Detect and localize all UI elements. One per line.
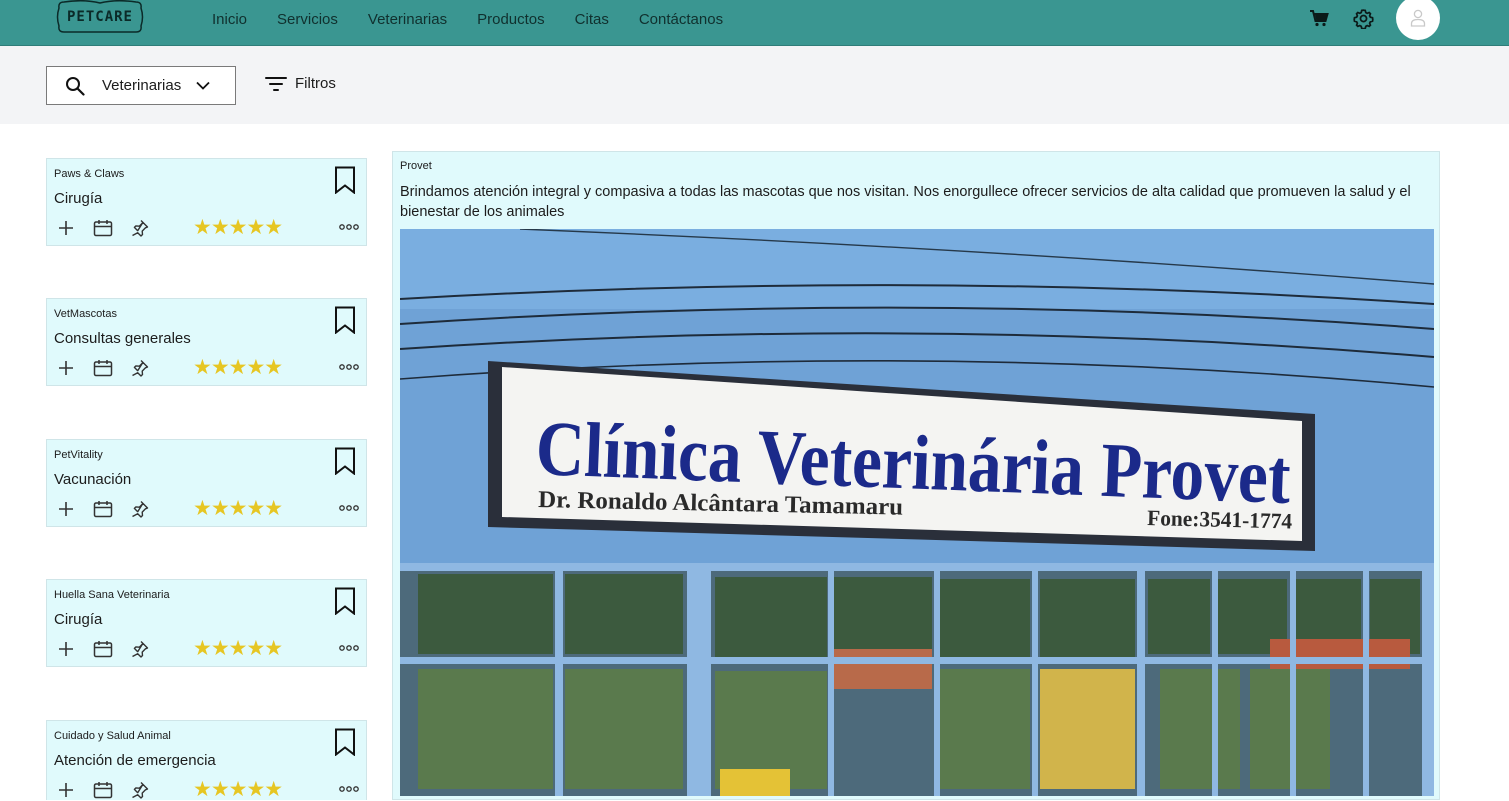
more-options-icon[interactable] (338, 359, 360, 375)
pin-icon[interactable] (129, 499, 151, 519)
bookmark-icon[interactable] (334, 447, 356, 476)
search-icon (65, 76, 85, 96)
clinic-card[interactable]: PetVitality Vacunación ★★★★★ (46, 439, 367, 527)
filters-label: Filtros (295, 75, 336, 92)
add-icon[interactable] (55, 218, 77, 238)
more-options-icon[interactable] (338, 500, 360, 516)
card-actions (55, 499, 166, 519)
category-dropdown[interactable]: Veterinarias (46, 66, 236, 105)
calendar-icon[interactable] (92, 218, 114, 238)
add-icon[interactable] (55, 499, 77, 519)
add-icon[interactable] (55, 639, 77, 659)
dropdown-selected-value: Veterinarias (102, 77, 182, 94)
clinic-service: Cirugía (54, 611, 103, 628)
clinic-name: PetVitality (54, 449, 103, 461)
card-actions (55, 358, 166, 378)
clinic-name: Paws & Claws (54, 168, 125, 180)
clinic-card[interactable]: VetMascotas Consultas generales ★★★★★ (46, 298, 367, 386)
card-actions (55, 780, 166, 800)
nav-link-veterinarias[interactable]: Veterinarias (353, 11, 462, 28)
nav-link-productos[interactable]: Productos (462, 11, 560, 28)
chevron-down-icon (196, 81, 210, 90)
bookmark-icon[interactable] (334, 306, 356, 335)
detail-description: Brindamos atención integral y compasiva … (400, 184, 1411, 220)
clinic-name: Huella Sana Veterinaria (54, 589, 170, 601)
nav-link-inicio[interactable]: Inicio (197, 11, 262, 28)
clinic-storefront-image: Clínica Veterinária Provet Dr. Ronaldo A… (400, 229, 1434, 796)
clinic-service: Consultas generales (54, 330, 191, 347)
calendar-icon[interactable] (92, 358, 114, 378)
nav-link-servicios[interactable]: Servicios (262, 11, 353, 28)
sign-phone: Fone:3541-1774 (1147, 505, 1293, 534)
clinic-service: Cirugía (54, 190, 103, 207)
clinic-card[interactable]: Paws & Claws Cirugía ★★★★★ (46, 158, 367, 246)
filters-button[interactable]: Filtros (265, 75, 336, 92)
clinic-name: VetMascotas (54, 308, 117, 320)
clinic-card[interactable]: Cuidado y Salud Animal Atención de emerg… (46, 720, 367, 801)
petcare-logo[interactable]: PETCARE (56, 0, 144, 36)
rating-stars: ★★★★★ (193, 356, 283, 379)
bookmark-icon[interactable] (334, 587, 356, 616)
nav-links: Inicio Servicios Veterinarias Productos … (197, 0, 738, 38)
rating-stars: ★★★★★ (193, 216, 283, 239)
more-options-icon[interactable] (338, 781, 360, 797)
clinic-name: Cuidado y Salud Animal (54, 730, 171, 742)
nav-actions (1308, 0, 1440, 42)
search-strip: Veterinarias Filtros (0, 46, 1509, 124)
filter-icon (265, 76, 287, 92)
pin-icon[interactable] (129, 780, 151, 800)
more-options-icon[interactable] (338, 219, 360, 235)
rating-stars: ★★★★★ (193, 497, 283, 520)
add-icon[interactable] (55, 358, 77, 378)
clinic-service: Vacunación (54, 471, 132, 488)
clinic-detail-panel: Provet Brindamos atención integral y com… (392, 151, 1440, 800)
rating-stars: ★★★★★ (193, 778, 283, 801)
pin-icon[interactable] (129, 218, 151, 238)
bookmark-icon[interactable] (334, 728, 356, 757)
nav-link-citas[interactable]: Citas (560, 11, 624, 28)
logo-text: PETCARE (66, 9, 133, 25)
nav-link-contactanos[interactable]: Contáctanos (624, 11, 738, 28)
pin-icon[interactable] (129, 639, 151, 659)
clinic-service: Atención de emergencia (54, 752, 216, 769)
bookmark-icon[interactable] (334, 166, 356, 195)
cart-icon[interactable] (1308, 7, 1330, 29)
navbar: PETCARE Inicio Servicios Veterinarias Pr… (0, 0, 1509, 46)
calendar-icon[interactable] (92, 780, 114, 800)
pin-icon[interactable] (129, 358, 151, 378)
add-icon[interactable] (55, 780, 77, 800)
card-actions (55, 639, 166, 659)
calendar-icon[interactable] (92, 499, 114, 519)
calendar-icon[interactable] (92, 639, 114, 659)
gear-icon[interactable] (1352, 7, 1374, 29)
card-actions (55, 218, 166, 238)
clinic-photo: Clínica Veterinária Provet Dr. Ronaldo A… (400, 229, 1434, 796)
clinic-card[interactable]: Huella Sana Veterinaria Cirugía ★★★★★ (46, 579, 367, 667)
more-options-icon[interactable] (338, 640, 360, 656)
user-avatar-icon[interactable] (1396, 0, 1440, 40)
rating-stars: ★★★★★ (193, 637, 283, 660)
detail-clinic-name: Provet (400, 160, 432, 172)
